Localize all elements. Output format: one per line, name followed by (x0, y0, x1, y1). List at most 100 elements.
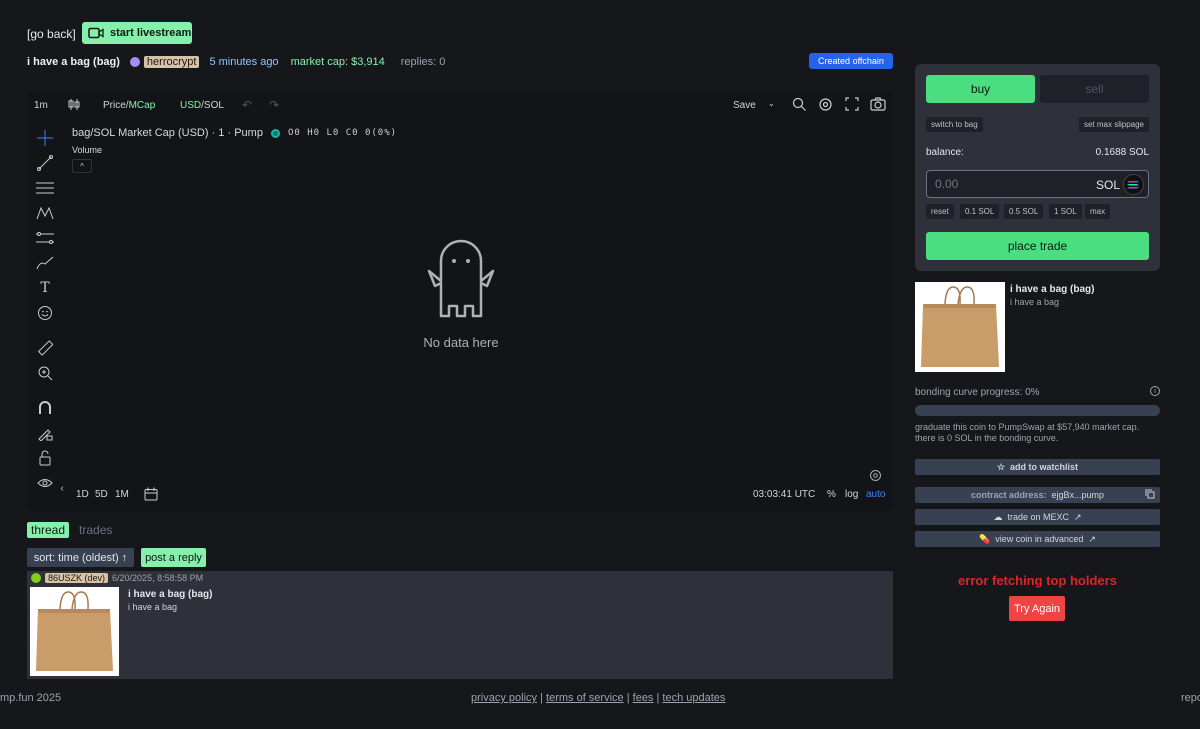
contract-address-button[interactable]: contract address: ejgBx...pump (915, 487, 1160, 503)
price-mcap-toggle[interactable]: Price/MCap (103, 100, 155, 111)
log-toggle[interactable]: log (845, 489, 858, 500)
sort-button[interactable]: sort: time (oldest) ↑ (27, 548, 134, 567)
auto-toggle[interactable]: auto (866, 489, 885, 500)
go-back-link[interactable]: [go back] (27, 27, 76, 41)
interval-selector[interactable]: 1m (34, 100, 48, 111)
footer-separator: | (626, 692, 630, 704)
fullscreen-icon[interactable] (845, 97, 859, 114)
price-chart[interactable]: 1m Price/MCap USD/SOL ↶ ↷ Save ⌄ T ‹ bag… (27, 91, 893, 511)
tab-thread[interactable]: thread (27, 522, 70, 538)
percent-toggle[interactable]: % (827, 489, 836, 500)
sell-tab[interactable]: sell (1040, 75, 1149, 103)
chart-legend: bag/SOL Market Cap (USD) · 1 · Pump O0 H… (72, 127, 397, 139)
place-trade-button[interactable]: place trade (926, 232, 1149, 260)
ruler-icon[interactable] (36, 339, 54, 357)
emoji-icon[interactable] (36, 304, 54, 322)
coin-name: i have a bag (bag) (27, 56, 120, 68)
redo-icon[interactable]: ↷ (269, 98, 279, 112)
buy-tab[interactable]: buy (926, 75, 1035, 103)
quick-amount-0.1[interactable]: 0.1 SOL (960, 204, 1000, 219)
save-button[interactable]: Save (733, 100, 756, 111)
currency-label: SOL (1095, 178, 1120, 192)
creator[interactable]: herrocrypt (129, 56, 200, 68)
no-data-placeholder: No data here (407, 231, 515, 350)
watchlist-label: add to watchlist (1010, 462, 1079, 472)
post-avatar (31, 573, 41, 583)
mexc-icon: ☁ (993, 511, 1003, 522)
coin-info-row: i have a bag (bag) herrocrypt 5 minutes … (27, 55, 445, 69)
livestream-label: start livestream (110, 27, 192, 39)
post-reply-button[interactable]: post a reply (141, 548, 206, 567)
switch-token-button[interactable]: switch to bag (926, 117, 983, 132)
pill-icon: 💊 (979, 533, 991, 544)
chevron-down-icon[interactable]: ⌄ (768, 99, 775, 108)
terms-link[interactable]: terms of service (546, 692, 624, 704)
range-1m[interactable]: 1M (115, 489, 129, 500)
trade-on-mexc-button[interactable]: ☁ trade on MEXC ↗ (915, 509, 1160, 525)
video-camera-icon (88, 27, 104, 39)
trend-line-icon[interactable] (36, 154, 54, 172)
amount-field[interactable]: SOL (926, 170, 1149, 198)
quick-amount-0.5[interactable]: 0.5 SOL (1004, 204, 1044, 219)
collapse-indicators-button[interactable]: ^ (72, 159, 92, 173)
settings-gear-icon[interactable] (818, 97, 833, 115)
creator-avatar (129, 57, 140, 67)
magnet-icon[interactable] (36, 399, 54, 417)
zoom-in-icon[interactable] (36, 364, 54, 382)
privacy-policy-link[interactable]: privacy policy (471, 692, 537, 704)
lock-icon[interactable] (36, 449, 54, 467)
tab-trades[interactable]: trades (79, 523, 112, 537)
balance-value: 0.1688 SOL (1095, 147, 1149, 158)
chart-settings-icon[interactable] (869, 469, 882, 485)
chart-title: bag/SOL Market Cap (USD) · 1 · Pump (72, 127, 263, 139)
try-again-button[interactable]: Try Again (1009, 596, 1065, 621)
candles-icon[interactable] (68, 98, 80, 114)
fees-link[interactable]: fees (633, 692, 654, 704)
post-user[interactable]: 86USZK (dev) (45, 573, 109, 583)
undo-icon[interactable]: ↶ (242, 98, 252, 112)
lock-drawing-icon[interactable] (36, 424, 54, 442)
creator-name[interactable]: herrocrypt (143, 56, 200, 68)
horizontal-lines-icon[interactable] (36, 179, 54, 197)
balance-label: balance: (926, 147, 964, 158)
crosshair-icon[interactable] (36, 129, 54, 147)
quick-search-icon[interactable] (792, 97, 807, 115)
camera-icon[interactable] (870, 97, 886, 114)
start-livestream-button[interactable]: start livestream (82, 22, 192, 44)
price-label: Price (103, 100, 126, 111)
trade-panel: buy sell switch to bag set max slippage … (915, 64, 1160, 271)
created-time: 5 minutes ago (209, 56, 279, 68)
quick-amount-reset[interactable]: reset (926, 204, 954, 219)
info-icon[interactable]: i (1150, 386, 1160, 396)
usd-label: USD (180, 100, 202, 111)
post-header: 86USZK (dev) 6/20/2025, 8:58:58 PM (31, 573, 203, 583)
ghost-icon (427, 239, 495, 318)
footer-separator: | (540, 692, 543, 704)
view-advanced-button[interactable]: 💊 view coin in advanced ↗ (915, 531, 1160, 547)
pattern-icon[interactable] (36, 204, 54, 222)
thread-tabs: thread trades (27, 522, 112, 538)
fib-icon[interactable] (36, 229, 54, 247)
max-slippage-button[interactable]: set max slippage (1078, 117, 1149, 132)
brush-icon[interactable] (36, 254, 54, 272)
copy-icon[interactable] (1145, 489, 1155, 501)
coin-title: i have a bag (bag) (1010, 284, 1095, 295)
top-holders-error: error fetching top holders (958, 573, 1117, 588)
tech-updates-link[interactable]: tech updates (662, 692, 725, 704)
usd-sol-toggle[interactable]: USD/SOL (180, 100, 224, 111)
replies-count: replies: 0 (400, 56, 446, 68)
text-tool-icon[interactable]: T (36, 279, 54, 297)
contract-value: ejgBx...pump (1051, 490, 1105, 500)
post-body: i have a bag (128, 602, 178, 612)
add-to-watchlist-button[interactable]: ☆ add to watchlist (915, 459, 1160, 475)
quick-amount-1[interactable]: 1 SOL (1049, 204, 1082, 219)
market-status-dot (270, 128, 280, 138)
range-1d[interactable]: 1D (76, 489, 89, 500)
ohlc-values: O0 H0 L0 C0 0(0%) (287, 128, 398, 138)
quick-amount-max[interactable]: max (1085, 204, 1111, 219)
range-5d[interactable]: 5D (95, 489, 108, 500)
amount-input[interactable] (935, 177, 1075, 191)
footer-right[interactable]: repo (1181, 692, 1200, 704)
post-image[interactable] (30, 587, 119, 676)
calendar-icon[interactable] (144, 487, 158, 504)
